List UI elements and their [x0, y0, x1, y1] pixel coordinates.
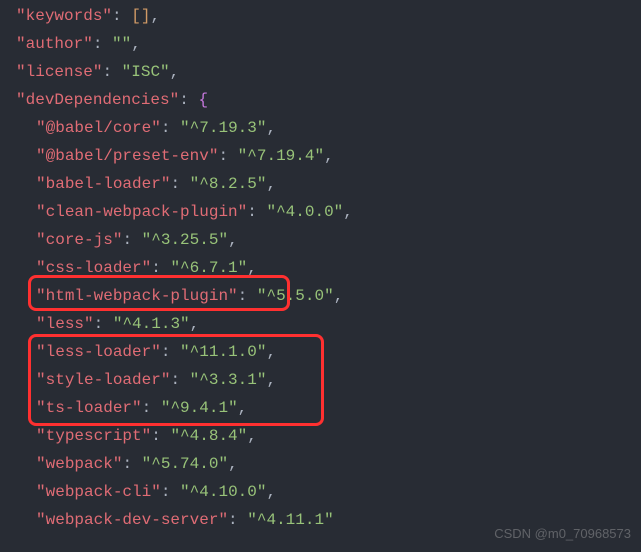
- json-key: "keywords": [16, 7, 112, 25]
- json-key: "author": [16, 35, 93, 53]
- dep-line: "babel-loader": "^8.2.5",: [16, 170, 641, 198]
- dep-line-less-loader: "less-loader": "^11.1.0",: [16, 338, 641, 366]
- dep-line: "webpack": "^5.74.0",: [16, 450, 641, 478]
- json-value: "ISC": [122, 63, 170, 81]
- dep-line: "webpack-cli": "^4.10.0",: [16, 478, 641, 506]
- json-value: "": [112, 35, 131, 53]
- json-key: "devDependencies": [16, 91, 179, 109]
- json-line-author: "author": "",: [16, 30, 641, 58]
- dep-line-css-loader: "css-loader": "^6.7.1",: [16, 254, 641, 282]
- watermark-text: CSDN @m0_70968573: [494, 523, 631, 546]
- dep-line-less: "less": "^4.1.3",: [16, 310, 641, 338]
- dep-line-style-loader: "style-loader": "^3.3.1",: [16, 366, 641, 394]
- dep-line: "@babel/preset-env": "^7.19.4",: [16, 142, 641, 170]
- json-line-license: "license": "ISC",: [16, 58, 641, 86]
- dep-line: "clean-webpack-plugin": "^4.0.0",: [16, 198, 641, 226]
- dep-line: "html-webpack-plugin": "^5.5.0",: [16, 282, 641, 310]
- json-line-keywords: "keywords": [],: [16, 2, 641, 30]
- dep-line: "@babel/core": "^7.19.3",: [16, 114, 641, 142]
- json-line-devdeps-open: "devDependencies": {: [16, 86, 641, 114]
- dep-line: "typescript": "^4.8.4",: [16, 422, 641, 450]
- dep-line: "core-js": "^3.25.5",: [16, 226, 641, 254]
- json-key: "license": [16, 63, 102, 81]
- dep-line: "ts-loader": "^9.4.1",: [16, 394, 641, 422]
